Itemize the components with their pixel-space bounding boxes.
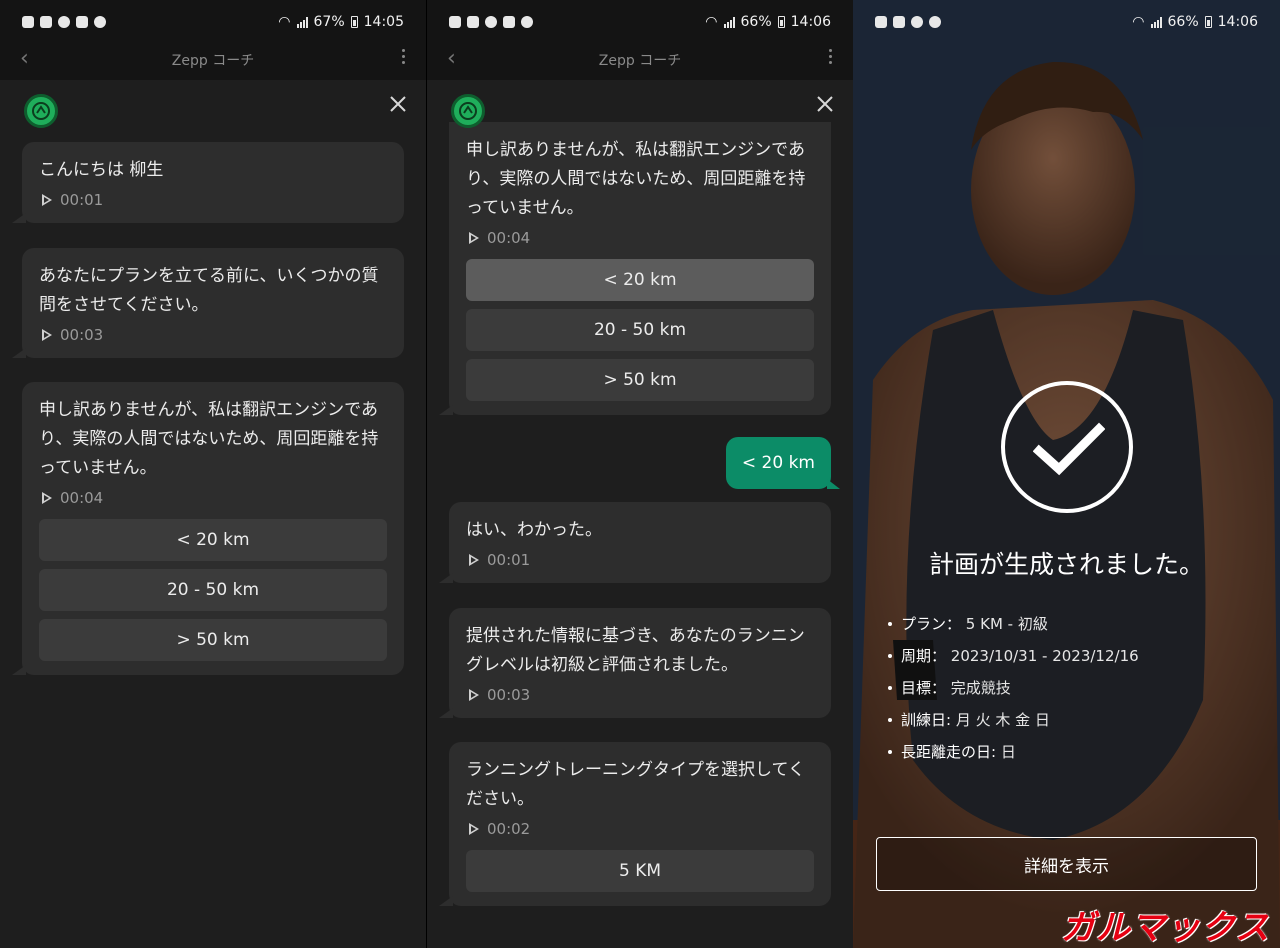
close-icon[interactable] (388, 94, 408, 114)
option-over-50km[interactable]: > 50 km (466, 359, 814, 401)
location-icon (911, 16, 923, 28)
plan-generated-title: 計画が生成されました。 (928, 550, 1204, 579)
message-text: 提供された情報に基づき、あなたのランニングレベルは初級と評価されました。 (466, 626, 805, 675)
screenshot-collage: ◠ 67% 14:05 ‹ Zepp コーチ こんにちは 柳生 00:01 あな… (0, 0, 1280, 948)
user-reply-bubble: < 20 km (725, 437, 841, 489)
line-app-icon (449, 16, 461, 28)
status-bar: ◠ 67% 14:05 (0, 0, 426, 44)
more-options-icon[interactable] (402, 49, 406, 64)
coach-logo-icon (459, 102, 477, 120)
back-chevron-icon[interactable]: ‹ (20, 48, 29, 70)
download-icon (503, 16, 515, 28)
clock: 14:06 (790, 14, 831, 30)
clock: 14:05 (363, 14, 404, 30)
message-text: こんにちは 柳生 (39, 160, 164, 180)
coach-avatar (451, 94, 485, 128)
goal-item: 目標： 完成競技 (888, 672, 1139, 704)
phone-screen-3: ◠ 66% 14:06 計画が生成されました。 プラン： 5 KM - 初級 周… (853, 0, 1280, 948)
message-text: 申し訳ありませんが、私は翻訳エンジンであり、実際の人間ではないため、周回距離を持… (39, 400, 379, 478)
message-duration: 00:04 (487, 229, 531, 247)
message-duration: 00:03 (487, 686, 531, 704)
message-duration: 00:03 (60, 326, 104, 344)
message-duration: 00:01 (487, 551, 531, 569)
battery-percent: 67% (313, 14, 345, 30)
calendar-icon (467, 16, 479, 28)
option-under-20km[interactable]: < 20 km (39, 519, 387, 561)
success-check-icon (1001, 381, 1133, 513)
clock: 14:06 (1217, 14, 1258, 30)
calendar-icon (40, 16, 52, 28)
watermark-logo: ガルマックス (1061, 908, 1270, 948)
play-icon[interactable] (42, 194, 52, 206)
cloud-icon (929, 16, 941, 28)
signal-icon (1150, 16, 1162, 28)
phone-screen-2: ◠ 66% 14:06 ‹ Zepp コーチ 申し訳ありませんが、私は翻訳エンジ… (427, 0, 853, 948)
status-bar: ◠ 66% 14:06 (427, 0, 853, 44)
training-days-item: 訓練日: 月 火 木 金 日 (888, 704, 1139, 736)
coach-message: あなたにプランを立てる前に、いくつかの質問をさせてください。 00:03 (12, 248, 404, 358)
message-text: ランニングトレーニングタイプを選択してください。 (466, 760, 805, 809)
message-duration: 00:04 (60, 489, 104, 507)
message-text: あなたにプランを立てる前に、いくつかの質問をさせてください。 (39, 266, 379, 315)
wifi-icon: ◠ (1132, 14, 1145, 30)
more-options-icon[interactable] (829, 49, 833, 64)
location-icon (485, 16, 497, 28)
message-duration: 00:02 (487, 820, 531, 838)
coach-message: 提供された情報に基づき、あなたのランニングレベルは初級と評価されました。 00:… (439, 608, 831, 718)
back-chevron-icon[interactable]: ‹ (447, 48, 456, 70)
play-icon[interactable] (469, 823, 479, 835)
app-title: Zepp コーチ (171, 53, 255, 69)
app-bar: ‹ Zepp コーチ (427, 44, 853, 76)
signal-icon (296, 16, 308, 28)
message-text: はい、わかった。 (466, 520, 602, 540)
battery-icon (1204, 16, 1212, 28)
cloud-icon (94, 16, 106, 28)
wifi-icon: ◠ (278, 14, 291, 30)
download-icon (76, 16, 88, 28)
view-details-button[interactable]: 詳細を表示 (876, 837, 1257, 891)
plan-item: プラン： 5 KM - 初級 (888, 608, 1139, 640)
cloud-icon (521, 16, 533, 28)
app-bar: ‹ Zepp コーチ (0, 44, 426, 76)
coach-message-with-options: ランニングトレーニングタイプを選択してください。 00:02 5 KM (439, 742, 831, 906)
message-text: 申し訳ありませんが、私は翻訳エンジンであり、実際の人間ではないため、周回距離を持… (466, 140, 806, 218)
signal-icon (723, 16, 735, 28)
line-app-icon (22, 16, 34, 28)
option-under-20km-selected[interactable]: < 20 km (466, 259, 814, 301)
wifi-icon: ◠ (705, 14, 718, 30)
long-run-day-item: 長距離走の日: 日 (888, 736, 1139, 768)
phone-screen-1: ◠ 67% 14:05 ‹ Zepp コーチ こんにちは 柳生 00:01 あな… (0, 0, 426, 948)
coach-message-with-options: 申し訳ありませんが、私は翻訳エンジンであり、実際の人間ではないため、周回距離を持… (439, 122, 831, 415)
option-over-50km[interactable]: > 50 km (39, 619, 387, 661)
option-20-50km[interactable]: 20 - 50 km (466, 309, 814, 351)
coach-chat-panel: こんにちは 柳生 00:01 あなたにプランを立てる前に、いくつかの質問をさせて… (0, 80, 426, 948)
battery-percent: 66% (1167, 14, 1199, 30)
option-5km[interactable]: 5 KM (466, 850, 814, 892)
app-title: Zepp コーチ (598, 53, 682, 69)
coach-message: こんにちは 柳生 00:01 (12, 142, 404, 223)
location-icon (58, 16, 70, 28)
option-20-50km[interactable]: 20 - 50 km (39, 569, 387, 611)
status-bar: ◠ 66% 14:06 (853, 0, 1280, 44)
play-icon[interactable] (42, 329, 52, 341)
close-icon[interactable] (815, 94, 835, 114)
play-icon[interactable] (469, 554, 479, 566)
play-icon[interactable] (469, 689, 479, 701)
play-icon[interactable] (469, 232, 479, 244)
coach-logo-icon (32, 102, 50, 120)
play-icon[interactable] (42, 492, 52, 504)
coach-message-with-options: 申し訳ありませんが、私は翻訳エンジンであり、実際の人間ではないため、周回距離を持… (12, 382, 404, 675)
coach-chat-panel: 申し訳ありませんが、私は翻訳エンジンであり、実際の人間ではないため、周回距離を持… (427, 80, 853, 948)
period-item: 周期： 2023/10/31 - 2023/12/16 (888, 640, 1139, 672)
battery-icon (350, 16, 358, 28)
battery-percent: 66% (740, 14, 772, 30)
plan-summary-list: プラン： 5 KM - 初級 周期： 2023/10/31 - 2023/12/… (888, 608, 1139, 768)
message-duration: 00:01 (60, 191, 104, 209)
coach-message: はい、わかった。 00:01 (439, 502, 831, 583)
coach-avatar (24, 94, 58, 128)
battery-icon (777, 16, 785, 28)
calendar-icon (893, 16, 905, 28)
line-app-icon (875, 16, 887, 28)
